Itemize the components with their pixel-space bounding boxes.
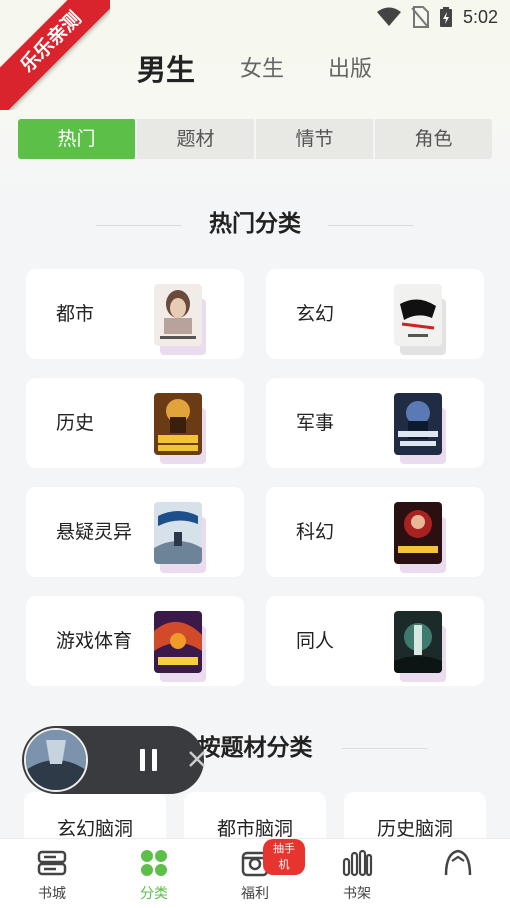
theme-label: 玄幻脑洞 — [56, 818, 133, 840]
book-cover — [394, 611, 442, 673]
nav-bookstore[interactable]: 书城 — [2, 839, 102, 908]
section-title-hot: 热门分类 — [209, 211, 301, 237]
category-card-fantasy[interactable]: 玄幻 — [266, 269, 484, 359]
tab-male[interactable]: 男生 — [137, 48, 195, 92]
promo-badge: 抽手机 — [263, 839, 305, 875]
status-time: 5:02 — [462, 6, 498, 27]
divider-right — [342, 748, 428, 749]
book-cover — [154, 393, 202, 455]
nav-label: 分类 — [140, 886, 168, 902]
book-cover — [394, 502, 442, 564]
category-card-urban[interactable]: 都市 — [26, 269, 244, 359]
close-icon[interactable] — [186, 748, 208, 770]
nav-profile[interactable] — [408, 839, 508, 908]
category-card-scifi[interactable]: 科幻 — [266, 487, 484, 577]
audio-player[interactable] — [22, 726, 205, 794]
category-segment: 热门 题材 情节 角色 — [18, 119, 492, 159]
category-card-fanfic[interactable]: 同人 — [266, 596, 484, 686]
category-label: 历史 — [56, 412, 95, 434]
divider-right — [328, 225, 414, 226]
tab-female[interactable]: 女生 — [240, 48, 284, 92]
book-cover — [394, 393, 442, 455]
category-card-military[interactable]: 军事 — [266, 378, 484, 468]
battery-charging-icon — [439, 7, 452, 27]
bookshelf-icon — [342, 849, 373, 877]
wifi-icon — [376, 7, 401, 26]
category-card-history[interactable]: 历史 — [26, 378, 244, 468]
book-cover — [154, 611, 202, 673]
category-grid-icon — [141, 850, 167, 876]
bookstore-icon — [37, 850, 67, 876]
nav-category[interactable]: 分类 — [104, 839, 204, 908]
category-card-game-sports[interactable]: 游戏体育 — [26, 596, 244, 686]
theme-label: 历史脑洞 — [376, 818, 453, 840]
profile-icon — [444, 849, 472, 876]
category-card-mystery[interactable]: 悬疑灵异 — [26, 487, 244, 577]
bottom-nav: 书城 分类 抽手机 福利 书架 — [0, 838, 510, 908]
segment-plot[interactable]: 情节 — [256, 119, 375, 159]
audio-cover[interactable] — [24, 728, 88, 792]
nav-welfare[interactable]: 抽手机 福利 — [205, 839, 305, 908]
no-sim-icon — [411, 6, 429, 28]
category-label: 悬疑灵异 — [56, 521, 133, 543]
nav-label: 书架 — [343, 886, 371, 902]
category-label: 游戏体育 — [56, 630, 133, 652]
segment-hot[interactable]: 热门 — [18, 119, 137, 159]
theme-label: 都市脑洞 — [216, 818, 293, 840]
nav-label: 书城 — [38, 886, 66, 902]
category-label: 都市 — [56, 303, 95, 325]
nav-bookshelf[interactable]: 书架 — [307, 839, 407, 908]
tab-publish[interactable]: 出版 — [328, 48, 372, 92]
category-label: 玄幻 — [296, 303, 335, 325]
nav-label: 福利 — [241, 886, 269, 902]
book-cover — [394, 284, 442, 346]
segment-theme[interactable]: 题材 — [137, 119, 256, 159]
category-label: 科幻 — [296, 521, 335, 543]
pause-icon[interactable] — [136, 747, 162, 773]
segment-role[interactable]: 角色 — [375, 119, 492, 159]
category-label: 同人 — [296, 630, 335, 652]
gender-tabs: 男生 女生 出版 — [0, 48, 510, 92]
book-cover — [154, 284, 202, 346]
book-cover — [154, 502, 202, 564]
category-label: 军事 — [296, 412, 335, 434]
